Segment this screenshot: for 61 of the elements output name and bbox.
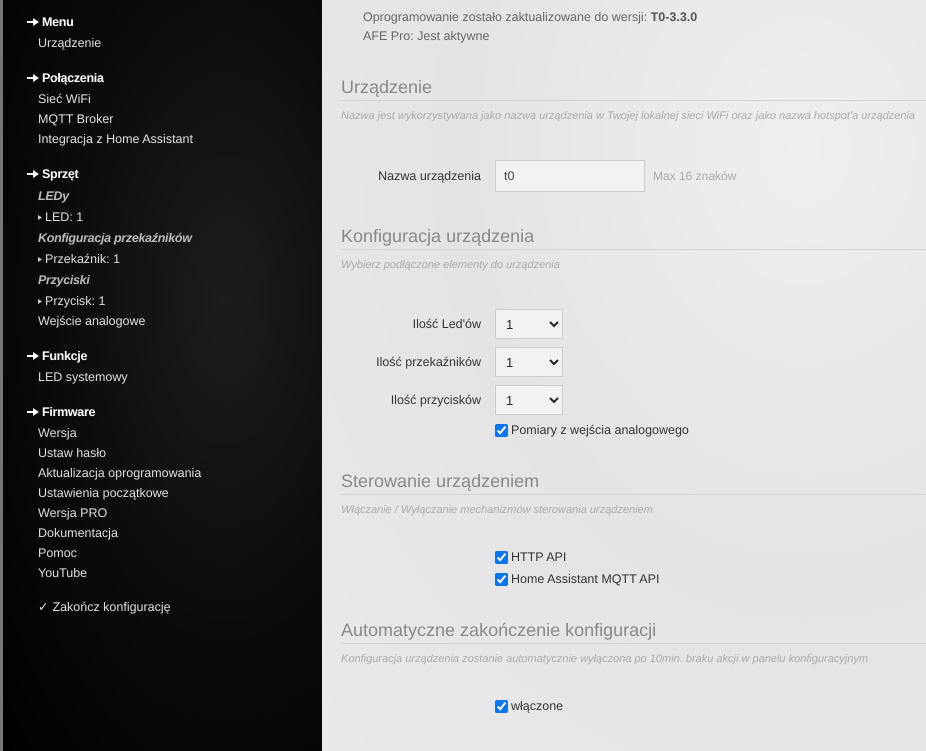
menu-group-label: LEDy (38, 188, 69, 205)
section-heading: Urządzenie (341, 77, 926, 101)
finish-link[interactable]: ✓ Zakończ konfigurację (38, 599, 171, 614)
menu-group-label: Konfiguracja przekaźników (38, 230, 192, 247)
section-description: Włączanie / Wyłączanie mechanizmów sterowania urządzeniem (341, 503, 654, 518)
checkbox-label: HTTP API (511, 550, 566, 564)
checkbox[interactable] (495, 550, 508, 564)
menu-heading: Połączenia (42, 71, 104, 85)
menu-link[interactable]: Integracja z Home Assistant (38, 129, 193, 149)
field-label: Ilość przycisków (390, 393, 481, 407)
count-select[interactable]: 1 (495, 385, 563, 415)
menu-heading: Firmware (42, 405, 96, 419)
checkbox-label: Pomiary z wejścia analogowego (511, 423, 689, 437)
section-description: Konfiguracja urządzenia zostanie automatycznie wyłączona po 10min. braku akcji w panelu konfiguracyjnym (341, 652, 870, 667)
notice-text: AFE Pro: Jest aktywne (363, 29, 490, 43)
field-label: Ilość Led'ów (412, 317, 481, 331)
field-label: Ilość przekaźników (375, 355, 481, 369)
menu-heading: Sprzęt (42, 167, 78, 181)
menu-link[interactable]: Przekaźnik: 1 (45, 252, 120, 266)
menu-link[interactable]: LED systemowy (38, 367, 128, 387)
menu-link[interactable]: Pomoc (38, 543, 77, 563)
checkbox-label: włączone (511, 699, 564, 713)
field-hint: Max 16 znaków (653, 169, 736, 183)
checkbox-label: Home Assistant MQTT API (511, 572, 660, 586)
arrow-icon (27, 170, 39, 178)
menu-link[interactable]: Wersja PRO (38, 503, 108, 523)
menu-link[interactable]: Urządzenie (38, 33, 102, 53)
menu-link[interactable]: Aktualizacja oprogramowania (38, 463, 202, 483)
checkbox[interactable] (495, 572, 508, 586)
triangle-icon (38, 298, 42, 304)
menu-link[interactable]: Wejście analogowe (38, 311, 146, 331)
menu-link[interactable]: Dokumentacja (38, 523, 118, 543)
menu-group-label: Przyciski (38, 272, 90, 289)
menu-heading: Menu (42, 15, 74, 29)
menu-link[interactable]: Przycisk: 1 (45, 294, 106, 308)
checkbox[interactable] (495, 424, 508, 436)
menu-link[interactable]: Wersja (38, 423, 77, 443)
section-heading: Automatyczne zakończenie konfiguracji (341, 620, 926, 644)
arrow-icon (27, 352, 39, 360)
menu-link[interactable]: YouTube (38, 563, 88, 583)
menu-link[interactable]: LED: 1 (45, 210, 84, 224)
section-description: Nazwa jest wykorzystywana jako nazwa urządzenia w Twojej lokalnej sieci WiFi oraz jako nazwa hotspot'a urządzenia (341, 109, 916, 124)
menu-link[interactable]: MQTT Broker (38, 109, 114, 129)
field-label: Nazwa urządzenia (377, 169, 481, 183)
arrow-icon (27, 74, 39, 82)
menu-heading: Funkcje (42, 349, 88, 363)
section-heading: Konfiguracja urządzenia (341, 226, 926, 250)
notice-text: Oprogramowanie zostało zaktualizowane do wersji: T0-3.3.0 (363, 10, 698, 24)
section-description: Wybierz podłączone elementy do urządzenia (341, 258, 561, 273)
menu-link[interactable]: Sieć WiFi (38, 89, 91, 109)
arrow-icon (27, 408, 39, 416)
triangle-icon (38, 214, 42, 220)
triangle-icon (38, 256, 42, 262)
menu-link[interactable]: Ustawienia początkowe (38, 483, 169, 503)
checkbox[interactable] (495, 700, 508, 712)
name-field[interactable]: t0 (495, 160, 645, 192)
count-select[interactable]: 1 (495, 347, 563, 377)
menu-link[interactable]: Ustaw hasło (38, 443, 106, 463)
count-select[interactable]: 1 (495, 309, 563, 339)
arrow-icon (27, 18, 39, 26)
section-heading: Sterowanie urządzeniem (341, 471, 926, 495)
